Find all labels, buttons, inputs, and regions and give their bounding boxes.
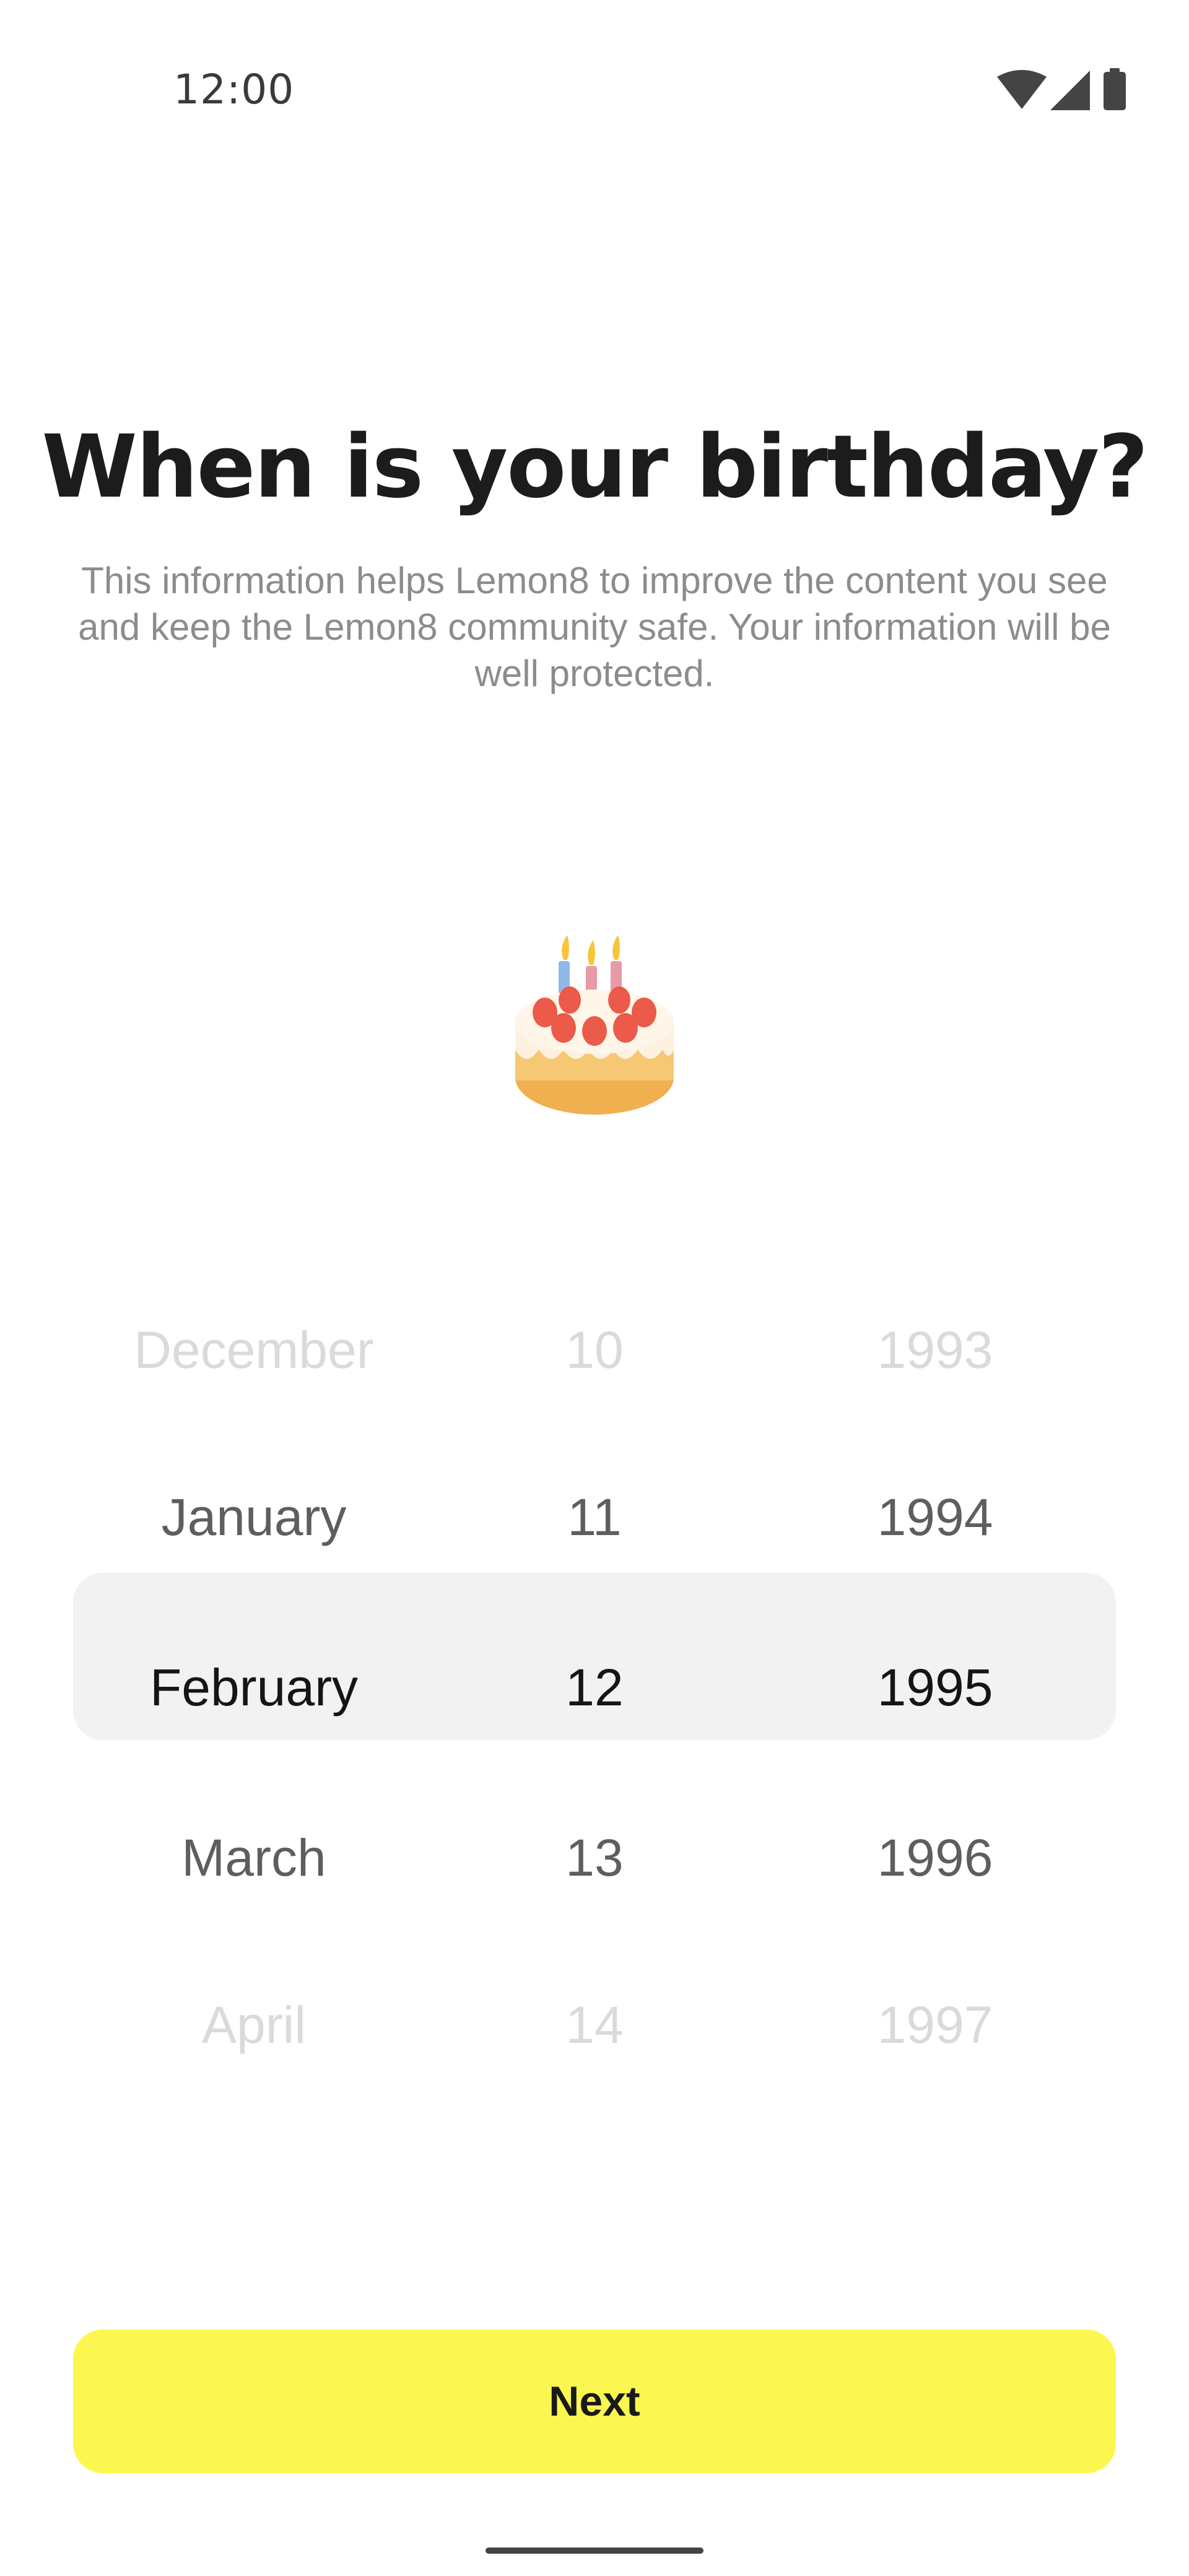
day-wheel[interactable]: 10 11 12 13 14 bbox=[471, 1276, 718, 2054]
birthday-picker[interactable]: December January February March April 10… bbox=[0, 1276, 1189, 2054]
status-icons bbox=[991, 68, 1139, 111]
day-option[interactable]: 10 bbox=[471, 1319, 718, 1381]
status-time: 12:00 bbox=[173, 66, 295, 113]
status-bar: 12:00 bbox=[0, 0, 1189, 186]
birthday-cake-icon bbox=[515, 935, 674, 1115]
page-subtitle: This information helps Lemon8 to improve… bbox=[78, 560, 1111, 694]
month-wheel[interactable]: December January February March April bbox=[68, 1276, 440, 2054]
year-wheel[interactable]: 1993 1994 1995 1996 1997 bbox=[749, 1276, 1121, 2054]
page-title: When is your birthday? bbox=[41, 417, 1148, 518]
month-option[interactable]: December bbox=[68, 1319, 440, 1381]
day-option[interactable]: 13 bbox=[471, 1827, 718, 1889]
next-button[interactable]: Next bbox=[73, 2330, 1116, 2473]
day-option[interactable]: 14 bbox=[471, 1994, 718, 2056]
month-option[interactable]: April bbox=[68, 1994, 440, 2056]
month-option[interactable]: March bbox=[68, 1827, 440, 1889]
year-option[interactable]: 1997 bbox=[749, 1994, 1121, 2056]
year-option[interactable]: 1996 bbox=[749, 1827, 1121, 1889]
year-option[interactable]: 1994 bbox=[749, 1486, 1121, 1548]
year-option-selected[interactable]: 1995 bbox=[749, 1656, 1121, 1718]
month-option[interactable]: January bbox=[68, 1486, 440, 1548]
home-indicator[interactable] bbox=[486, 2548, 703, 2554]
year-option[interactable]: 1993 bbox=[749, 1319, 1121, 1381]
wifi-icon bbox=[997, 70, 1047, 109]
cellular-signal-icon bbox=[1050, 71, 1090, 110]
day-option-selected[interactable]: 12 bbox=[471, 1656, 718, 1718]
next-button-label: Next bbox=[549, 2378, 640, 2425]
month-option-selected[interactable]: February bbox=[68, 1656, 440, 1718]
day-option[interactable]: 11 bbox=[471, 1486, 718, 1548]
battery-icon bbox=[1104, 68, 1126, 110]
